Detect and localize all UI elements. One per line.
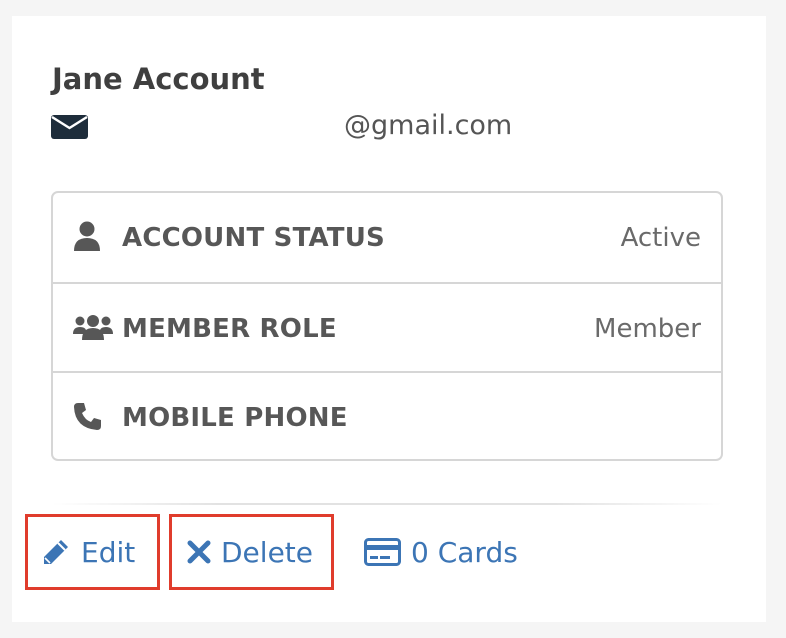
detail-label: MEMBER ROLE [122,313,337,344]
times-icon [187,540,211,564]
account-details-list: ACCOUNT STATUS Active MEMBER ROLE Member [51,191,723,461]
phone-icon [73,401,103,435]
detail-row-member-role: MEMBER ROLE Member [53,282,721,373]
email-address: @gmail.com [344,110,513,141]
credit-card-icon [364,538,401,566]
user-icon [73,221,101,255]
delete-button[interactable]: Delete [169,514,334,590]
edit-label: Edit [81,535,136,569]
detail-row-account-status: ACCOUNT STATUS Active [53,193,721,282]
cards-label: 0 Cards [411,535,518,569]
detail-label: MOBILE PHONE [122,402,348,433]
detail-row-mobile-phone: MOBILE PHONE [53,371,721,462]
detail-value: Active [620,222,701,253]
divider [52,503,722,505]
users-icon [73,314,113,344]
cards-link[interactable]: 0 Cards [362,514,542,590]
account-card: Jane Account @gmail.com ACCOUNT STATUS A… [12,16,766,622]
account-name: Jane Account [52,62,265,96]
detail-label: ACCOUNT STATUS [122,222,385,253]
detail-value: Member [594,313,701,344]
pencil-icon [41,537,71,567]
delete-label: Delete [221,535,313,569]
edit-button[interactable]: Edit [25,514,160,590]
envelope-icon [51,115,88,139]
